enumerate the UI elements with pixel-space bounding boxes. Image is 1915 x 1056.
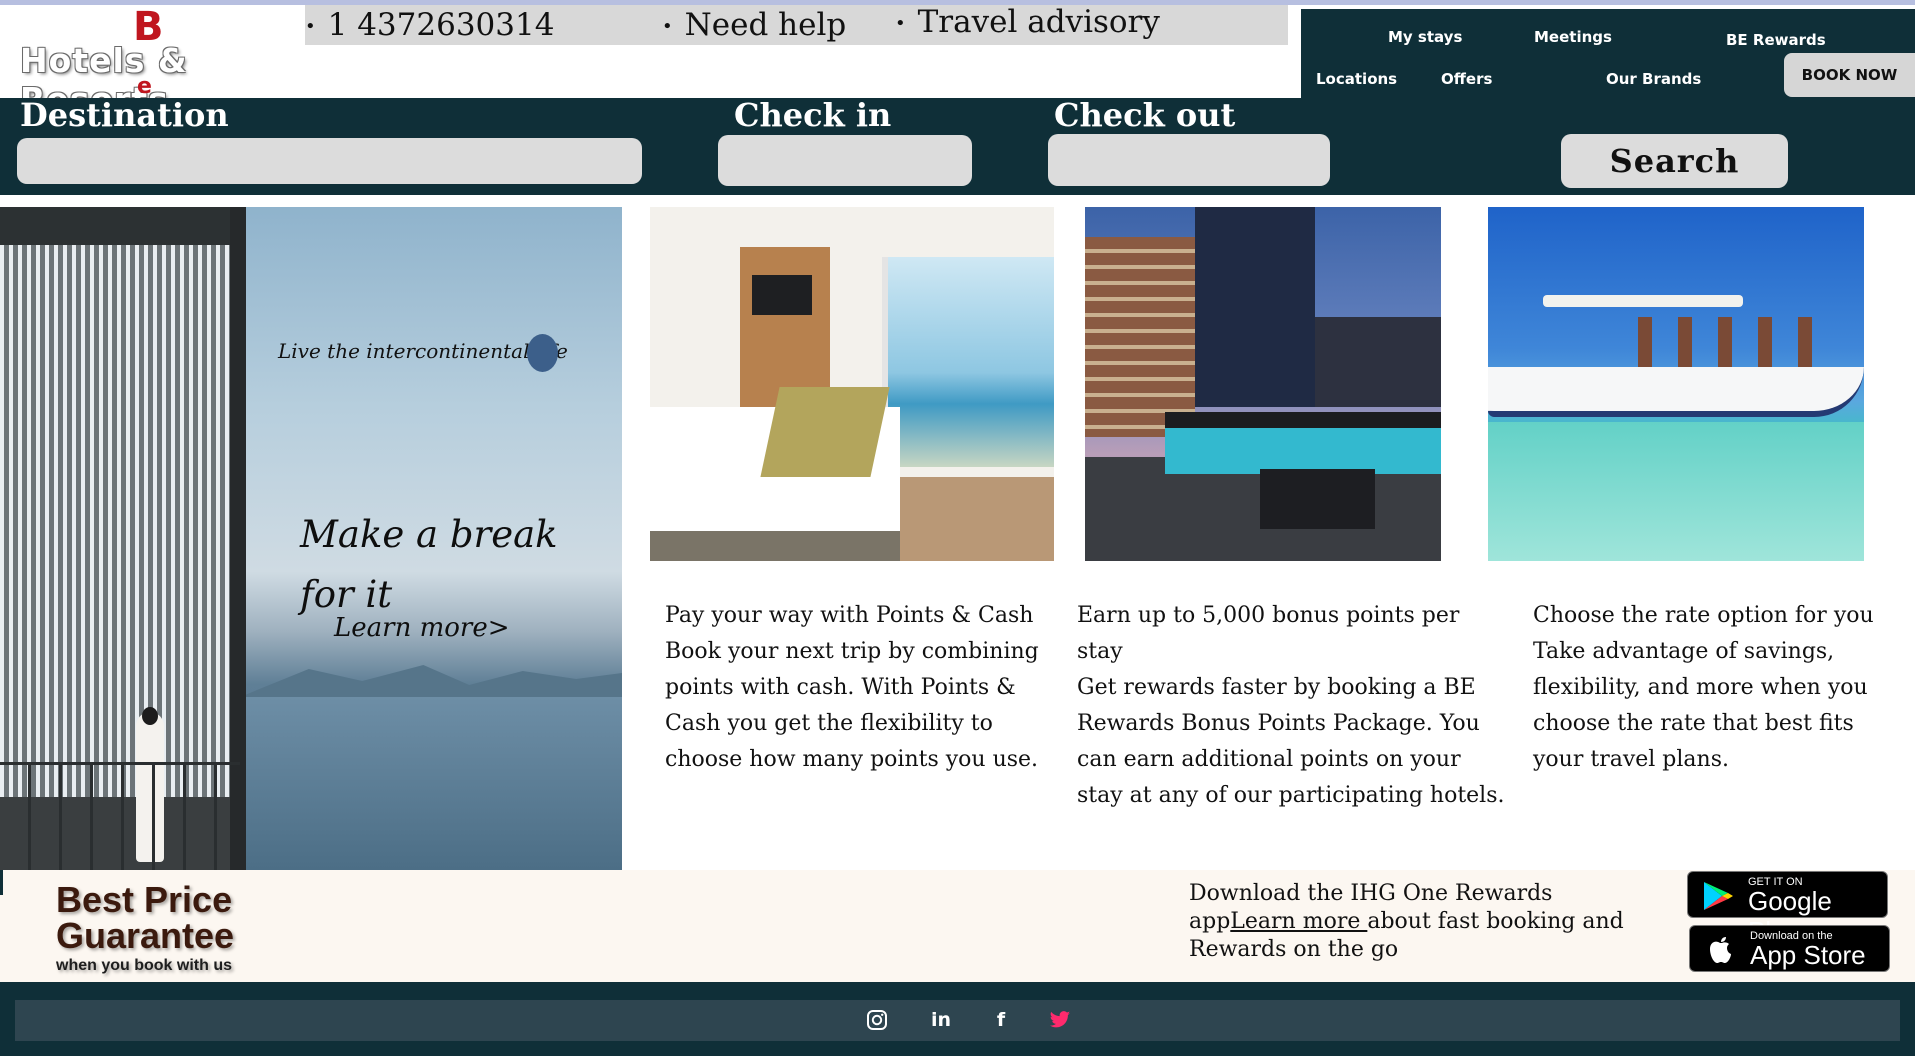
logo-letter-e: e — [137, 74, 152, 99]
travel-advisory-link[interactable]: • Travel advisory — [895, 2, 1160, 42]
hero-headline: Make a break for it — [300, 513, 558, 616]
facebook-icon[interactable]: f — [988, 1007, 1014, 1033]
boat-excursion-image[interactable] — [1488, 207, 1864, 561]
nav-locations[interactable]: Locations — [1316, 70, 1397, 88]
app-download-text: Download the IHG One Rewards appLearn mo… — [1189, 880, 1629, 964]
card-rate-option: Choose the rate option for you Take adva… — [1533, 598, 1908, 778]
card-title: Pay your way with Points & Cash — [665, 603, 1034, 628]
brand-logo[interactable]: B Hotels & Resorts e — [0, 5, 305, 119]
google-play-badge[interactable]: GET IT ON Google Play — [1687, 871, 1888, 946]
nav-our-brands[interactable]: Our Brands — [1606, 70, 1701, 88]
phone-link[interactable]: • 1 4372630314 — [305, 5, 554, 45]
check-out-label: Check out — [1054, 96, 1236, 134]
card-bonus-points: Earn up to 5,000 bonus points per stay G… — [1077, 598, 1507, 814]
rooftop-terrace-image[interactable] — [1085, 207, 1441, 561]
hero-louvers — [0, 237, 230, 797]
booking-search-bar: Destination Check in Check out Search — [0, 98, 1915, 195]
promo-edge-marker — [0, 870, 3, 895]
check-in-label: Check in — [734, 96, 892, 134]
terrace-city-skyline — [1315, 317, 1441, 407]
bullet-icon: • — [895, 12, 906, 34]
tv-icon — [752, 275, 812, 315]
sofa-icon — [1165, 412, 1441, 474]
boat-passengers — [1638, 317, 1838, 369]
hero-frame — [0, 207, 246, 245]
boat-canopy — [1543, 295, 1743, 307]
google-play-icon — [1704, 882, 1733, 910]
bullet-icon: • — [662, 15, 673, 37]
hero-railing — [0, 762, 240, 870]
hero-dot-indicator[interactable] — [527, 334, 558, 372]
phone-number: 1 4372630314 — [327, 7, 555, 43]
destination-label: Destination — [20, 96, 229, 134]
app-store-big-text: App Store — [1750, 940, 1866, 970]
check-in-input[interactable] — [718, 135, 972, 186]
search-button[interactable]: Search — [1561, 134, 1788, 188]
card-body: Get rewards faster by booking a BE Rewar… — [1077, 675, 1505, 808]
card-title: Earn up to 5,000 bonus points per stay — [1077, 603, 1460, 664]
check-out-input[interactable] — [1048, 134, 1330, 186]
hero-person-head — [142, 707, 158, 725]
bpg-subtitle: when you book with us — [56, 957, 232, 974]
instagram-icon[interactable] — [864, 1007, 890, 1033]
card-points-cash: Pay your way with Points & Cash Book you… — [665, 598, 1065, 778]
need-help-label: Need help — [684, 7, 847, 43]
bpg-line-1: Best Price — [56, 879, 233, 920]
nav-be-rewards[interactable]: BE Rewards — [1726, 31, 1826, 49]
boat-water — [1488, 422, 1864, 561]
best-price-guarantee-badge[interactable]: Best Price Guarantee when you book with … — [56, 882, 234, 976]
hero-mountains — [240, 665, 622, 697]
linkedin-icon[interactable]: in — [928, 1007, 954, 1033]
hero-learn-more-link[interactable]: Learn more> — [334, 613, 510, 643]
bpg-line-2: Guarantee — [56, 915, 235, 956]
nav-offers[interactable]: Offers — [1441, 70, 1492, 88]
twitter-icon[interactable] — [1047, 1007, 1073, 1033]
card-body: Book your next trip by combining points … — [665, 639, 1039, 772]
app-learn-more-link[interactable]: Learn more — [1230, 909, 1367, 934]
room-window — [882, 257, 1054, 467]
terrace-brick-building — [1085, 237, 1195, 437]
boat-icon — [1488, 367, 1864, 417]
nav-meetings[interactable]: Meetings — [1534, 28, 1612, 46]
hero-tagline: Live the intercontinental life — [278, 339, 568, 363]
card-body: Take advantage of savings, flexibility, … — [1533, 639, 1868, 772]
hotel-room-image[interactable] — [650, 207, 1054, 561]
room-bed-throw — [760, 387, 890, 477]
app-store-badge[interactable]: Download on the App Store — [1689, 925, 1890, 972]
terrace-table — [1260, 469, 1375, 529]
card-title: Choose the rate option for you — [1533, 603, 1874, 628]
travel-advisory-label: Travel advisory — [917, 4, 1160, 40]
book-now-button[interactable]: BOOK NOW — [1784, 53, 1915, 97]
destination-input[interactable] — [17, 138, 642, 184]
need-help-link[interactable]: • Need help — [662, 5, 846, 45]
terrace-glass-tower — [1195, 207, 1315, 407]
apple-icon — [1710, 937, 1731, 963]
footer-social-bar — [15, 1000, 1900, 1041]
bullet-icon: • — [305, 15, 316, 37]
utility-bar: • 1 4372630314 • Need help • Travel advisor… — [305, 2, 1288, 45]
hero-banner: Live the intercontinental life Make a br… — [0, 207, 622, 870]
nav-my-stays[interactable]: My stays — [1388, 28, 1462, 46]
